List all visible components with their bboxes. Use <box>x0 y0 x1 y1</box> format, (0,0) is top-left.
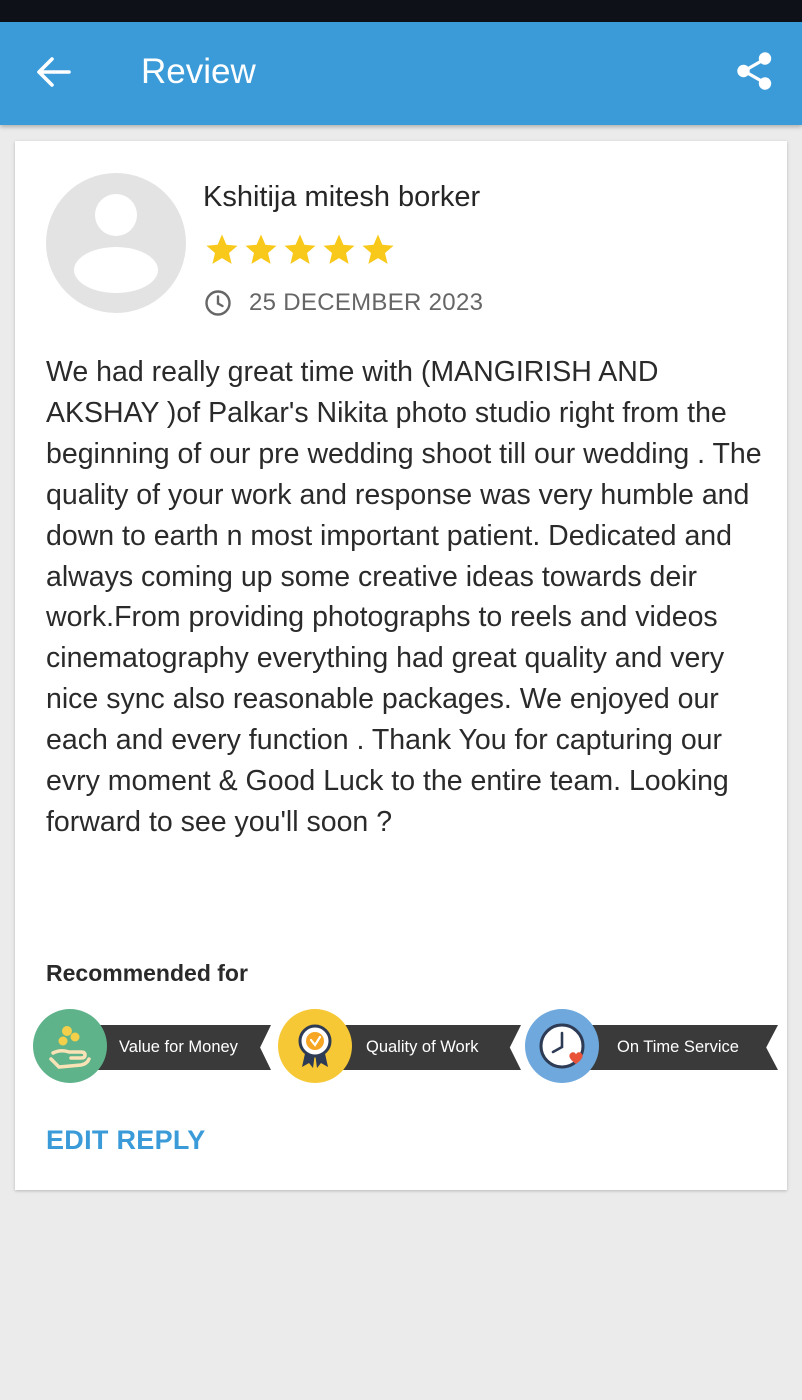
edit-reply-button[interactable]: EDIT REPLY <box>46 1122 206 1158</box>
badge-circle <box>33 1009 107 1083</box>
award-ribbon-icon <box>298 1024 332 1068</box>
badge-label: Value for Money <box>89 1025 271 1070</box>
review-date: 25 DECEMBER 2023 <box>249 289 484 316</box>
badge-circle <box>278 1009 352 1083</box>
star-rating <box>205 233 395 267</box>
clock-icon <box>205 290 231 316</box>
star-icon <box>323 234 355 264</box>
share-button[interactable] <box>730 46 780 96</box>
star-icon <box>362 234 394 264</box>
reviewer-name: Kshitija mitesh borker <box>203 181 481 213</box>
review-text: We had really great time with (MANGIRISH… <box>46 356 762 838</box>
money-hand-icon <box>49 1026 91 1069</box>
status-bar <box>0 0 802 22</box>
recommended-heading: Recommended for <box>46 960 248 986</box>
share-icon <box>737 52 772 90</box>
review-date-row: 25 DECEMBER 2023 <box>204 288 483 318</box>
star-icon <box>206 234 238 264</box>
badge-circle <box>525 1009 599 1083</box>
app-bar: Review <box>0 22 802 125</box>
star-icon <box>284 234 316 264</box>
page-title: Review <box>141 52 256 91</box>
back-button[interactable] <box>28 49 80 95</box>
badge-label: On Time Service <box>581 1025 778 1070</box>
badge-on-time-service: On Time Service <box>525 1009 778 1085</box>
arrow-left-icon <box>37 57 71 87</box>
recommended-badges: Value for Money Quality of Work On Time … <box>33 1009 778 1085</box>
avatar-placeholder-icon <box>46 173 186 313</box>
star-icon <box>245 234 277 264</box>
badge-quality-of-work: Quality of Work <box>278 1009 521 1085</box>
clock-heart-icon <box>539 1023 585 1069</box>
review-card: Kshitija mitesh borker 25 DECEMBER 2023 … <box>15 141 787 1190</box>
badge-value-for-money: Value for Money <box>33 1009 271 1085</box>
badge-label: Quality of Work <box>334 1025 521 1070</box>
